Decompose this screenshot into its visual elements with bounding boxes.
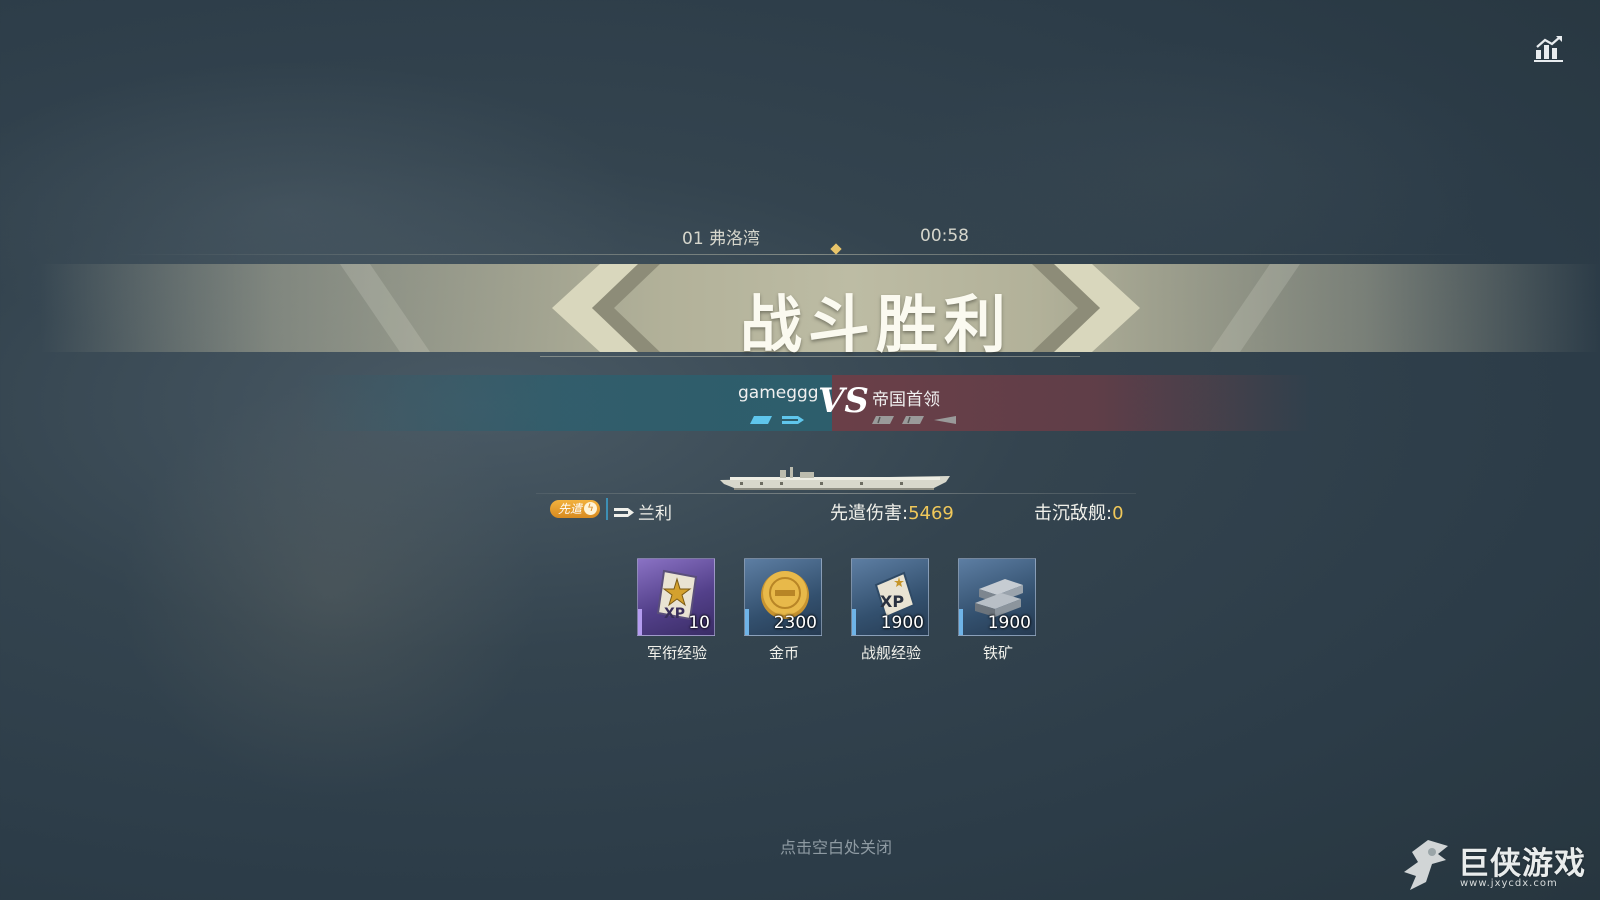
reward-label: 金币 — [768, 644, 799, 662]
enemy-ship-icon — [902, 416, 924, 424]
match-time: 00:58 — [920, 226, 969, 246]
svg-text:XP: XP — [880, 592, 904, 611]
separator — [606, 498, 608, 520]
sunk-value: 0 — [1112, 503, 1124, 524]
damage-value: 5469 — [908, 503, 954, 524]
vs-label: VS — [818, 381, 869, 421]
enemy-ship-icon — [872, 416, 894, 424]
background-fog — [900, 40, 1500, 300]
enemy-ship-icon — [934, 416, 956, 424]
svg-text:XP: XP — [664, 606, 685, 622]
reward-label: 战舰经验 — [860, 644, 921, 662]
divider — [540, 356, 1080, 357]
damage-label: 先遣伤害: — [830, 503, 909, 524]
reward-tile: 2300 — [744, 558, 822, 636]
watermark-url: www.jxycdx.com — [1460, 878, 1558, 889]
reward-tile: XP 10 — [637, 558, 715, 636]
map-name: 01 弗洛湾 — [682, 229, 761, 249]
rewards-list: XP 10 军衔经验 2300 金币 XP 1900 战舰经验 1900 铁矿 — [0, 558, 1600, 668]
reward-iron[interactable]: 1900 铁矿 — [958, 558, 1038, 663]
match-info: 01 弗洛湾 00:58 — [0, 222, 1600, 252]
ship-name: 兰利 — [638, 504, 672, 524]
versus-bar: gameggg VS 帝国首领 — [0, 375, 1600, 431]
close-hint[interactable]: 点击空白处关闭 — [0, 834, 1600, 858]
watermark-logo-icon — [1404, 840, 1448, 890]
sunk-stat: 击沉敌舰:0 — [1034, 499, 1124, 525]
reward-tile: XP 1900 — [851, 558, 929, 636]
carrier-class-icon — [614, 504, 634, 523]
reward-ship-xp[interactable]: XP 1900 战舰经验 — [851, 558, 931, 663]
reward-gold[interactable]: 2300 金币 — [744, 558, 824, 663]
reward-tile: 1900 — [958, 558, 1036, 636]
carrier-icon — [782, 416, 804, 424]
damage-stat: 先遣伤害:5469 — [830, 499, 954, 525]
player-name: gameggg — [738, 383, 819, 403]
reward-rank-xp[interactable]: XP 10 军衔经验 — [637, 558, 717, 663]
ship-silhouette — [720, 466, 950, 500]
reward-label: 军衔经验 — [646, 644, 707, 662]
reward-amount: 10 — [688, 613, 710, 633]
divider — [120, 254, 1480, 255]
watermark-title: 巨侠游戏 — [1458, 846, 1586, 882]
reward-amount: 1900 — [987, 613, 1031, 633]
bar-chart-icon — [1534, 36, 1563, 62]
battle-stats-button[interactable] — [1534, 34, 1564, 62]
lightning-icon: ϟ — [584, 502, 597, 515]
reward-amount: 1900 — [880, 613, 924, 633]
divider — [536, 493, 1136, 494]
badge-label: 先遣 — [558, 502, 583, 516]
vanguard-badge: 先遣 ϟ — [550, 500, 600, 518]
victory-banner: 战斗胜利 — [40, 264, 1600, 361]
reward-label: 铁矿 — [982, 644, 1013, 662]
sunk-label: 击沉敌舰: — [1034, 503, 1113, 524]
result-title: 战斗胜利 — [739, 288, 1012, 361]
enemy-name: 帝国首领 — [872, 390, 940, 410]
watermark: 巨侠游戏 www.jxycdx.com — [1398, 836, 1598, 896]
reward-amount: 2300 — [773, 613, 817, 633]
player-fleet — [750, 411, 810, 430]
enemy-fleet — [872, 411, 962, 430]
destroyer-icon — [750, 416, 772, 424]
